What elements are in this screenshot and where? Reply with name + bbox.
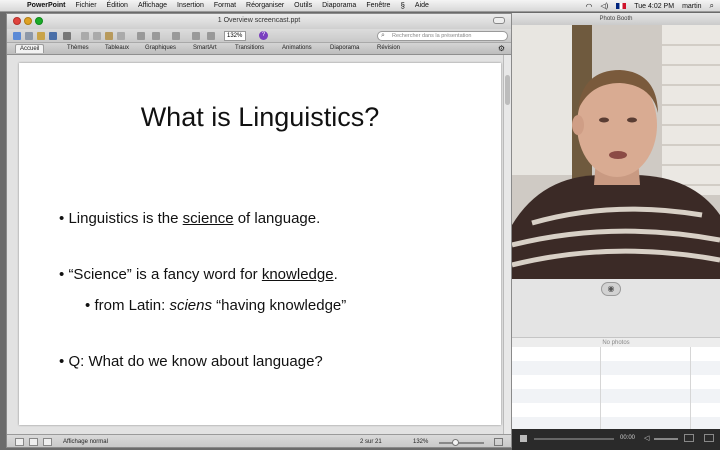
- tab-tableaux[interactable]: Tableaux: [105, 45, 129, 51]
- zoom-slider-knob[interactable]: [452, 439, 459, 446]
- undo-icon[interactable]: [137, 32, 145, 40]
- volume-icon[interactable]: ◁: [644, 434, 649, 442]
- copy-icon[interactable]: [93, 32, 101, 40]
- tab-graphiques[interactable]: Graphiques: [145, 45, 176, 51]
- menu-edition[interactable]: Édition: [107, 2, 128, 9]
- slide-subbullet-1[interactable]: • from Latin: sciens “having knowledge”: [85, 297, 346, 314]
- templates-icon[interactable]: [25, 32, 33, 40]
- menu-insertion[interactable]: Insertion: [177, 2, 204, 9]
- camera-icon[interactable]: ◉: [601, 282, 621, 296]
- photobooth-title[interactable]: Photo Booth: [512, 13, 720, 25]
- strip-divider: [690, 347, 691, 429]
- fit-to-window-button[interactable]: [494, 438, 503, 446]
- playback-progress[interactable]: [534, 438, 614, 440]
- bullet-icon: •: [59, 210, 65, 227]
- redo-icon[interactable]: [152, 32, 160, 40]
- script-menu-icon[interactable]: §: [400, 1, 404, 10]
- tab-transitions[interactable]: Transitions: [235, 45, 264, 51]
- menu-fenetre[interactable]: Fenêtre: [366, 2, 390, 9]
- document-title: 1 Overview screencast.ppt: [217, 17, 301, 24]
- table-icon[interactable]: [207, 32, 215, 40]
- slide-bullet-3[interactable]: • Q: What do we know about language?: [59, 353, 323, 370]
- zoom-field[interactable]: 132%: [224, 31, 246, 41]
- ppt-titlebar[interactable]: 1 Overview screencast.ppt: [7, 14, 511, 29]
- slide-canvas[interactable]: What is Linguistics? • Linguistics is th…: [19, 63, 501, 425]
- clock[interactable]: Tue 4:02 PM: [634, 3, 674, 10]
- print-icon[interactable]: [63, 32, 71, 40]
- open-icon[interactable]: [37, 32, 45, 40]
- menu-aide[interactable]: Aide: [415, 2, 429, 9]
- vertical-scrollbar[interactable]: [503, 55, 511, 434]
- slide-title[interactable]: What is Linguistics?: [19, 102, 501, 133]
- menu-affichage[interactable]: Affichage: [138, 2, 167, 9]
- slide-editing-area: What is Linguistics? • Linguistics is th…: [7, 55, 511, 434]
- fullscreen-button[interactable]: [684, 434, 694, 442]
- user-name[interactable]: martin: [682, 3, 701, 10]
- menu-diaporama[interactable]: Diaporama: [322, 2, 356, 9]
- menu-format[interactable]: Format: [214, 2, 236, 9]
- toolbar-toggle-button[interactable]: [493, 17, 505, 24]
- tab-animations[interactable]: Animations: [282, 45, 312, 51]
- tab-revision[interactable]: Révision: [377, 45, 400, 51]
- wifi-icon[interactable]: ◠: [586, 2, 593, 11]
- media-icon[interactable]: [192, 32, 200, 40]
- save-icon[interactable]: [49, 32, 57, 40]
- search-icon: ⌕: [381, 32, 385, 39]
- resize-handle[interactable]: [704, 434, 714, 442]
- webcam-image: [512, 25, 720, 279]
- view-label: Affichage normal: [63, 439, 108, 445]
- ribbon-tabs: Accueil Thèmes Tableaux Graphiques Smart…: [7, 43, 511, 55]
- photo-strip: [512, 347, 720, 429]
- zoom-percent: 132%: [413, 439, 429, 445]
- powerpoint-window: 1 Overview screencast.ppt 132% ? ⌕ Reche…: [6, 13, 512, 448]
- scroll-thumb[interactable]: [505, 75, 510, 105]
- tab-smartart[interactable]: SmartArt: [193, 45, 217, 51]
- format-painter-icon[interactable]: [117, 32, 125, 40]
- slideshow-button[interactable]: [43, 438, 52, 446]
- flag-icon[interactable]: [616, 3, 627, 9]
- volume-slider[interactable]: [654, 438, 678, 440]
- menu-reorganiser[interactable]: Réorganiser: [246, 2, 284, 9]
- photobooth-controls: ◉: [512, 279, 720, 337]
- standard-toolbar: 132% ? ⌕ Rechercher dans la présentation: [7, 29, 511, 43]
- search-input[interactable]: ⌕ Rechercher dans la présentation: [377, 31, 508, 41]
- slide-bullet-2[interactable]: • “Science” is a fancy word for knowledg…: [59, 266, 338, 283]
- new-icon[interactable]: [13, 32, 21, 40]
- bullet-icon: •: [85, 297, 91, 314]
- spotlight-icon[interactable]: ⌕: [710, 1, 714, 11]
- menu-outils[interactable]: Outils: [294, 2, 312, 9]
- search-placeholder: Rechercher dans la présentation: [392, 33, 472, 39]
- slide-sorter-button[interactable]: [29, 438, 38, 446]
- normal-view-button[interactable]: [15, 438, 24, 446]
- zoom-slider[interactable]: [439, 442, 484, 444]
- volume-icon[interactable]: ◁): [601, 2, 609, 10]
- tab-diaporama[interactable]: Diaporama: [330, 45, 359, 51]
- playback-bar: 00:00 ◁: [512, 429, 720, 450]
- no-photos-label: No photos: [512, 337, 720, 347]
- menubar-status-area: ◠ ◁) Tue 4:02 PM martin ⌕: [586, 0, 714, 12]
- photobooth-window: Photo Booth ◉ No photos 00:00 ◁: [512, 13, 720, 450]
- ribbon-settings-icon[interactable]: ⚙: [498, 44, 505, 53]
- tab-accueil[interactable]: Accueil: [15, 44, 45, 53]
- menu-app-name[interactable]: PowerPoint: [27, 2, 66, 9]
- slide-bullet-1[interactable]: • Linguistics is the science of language…: [59, 210, 320, 227]
- menubar: PowerPoint Fichier Édition Affichage Ins…: [0, 0, 720, 12]
- insert-slide-icon[interactable]: [172, 32, 180, 40]
- help-icon[interactable]: ?: [259, 31, 268, 40]
- bullet-icon: •: [59, 266, 65, 283]
- cut-icon[interactable]: [81, 32, 89, 40]
- menu-fichier[interactable]: Fichier: [76, 2, 97, 9]
- status-bar: Affichage normal 2 sur 21 132%: [7, 434, 511, 447]
- strip-divider: [600, 347, 601, 429]
- webcam-preview: [512, 25, 720, 279]
- stop-button[interactable]: [520, 435, 527, 442]
- slide-counter: 2 sur 21: [360, 439, 382, 445]
- playback-time: 00:00: [620, 435, 636, 441]
- tab-themes[interactable]: Thèmes: [67, 45, 89, 51]
- bullet-icon: •: [59, 353, 65, 370]
- paste-icon[interactable]: [105, 32, 113, 40]
